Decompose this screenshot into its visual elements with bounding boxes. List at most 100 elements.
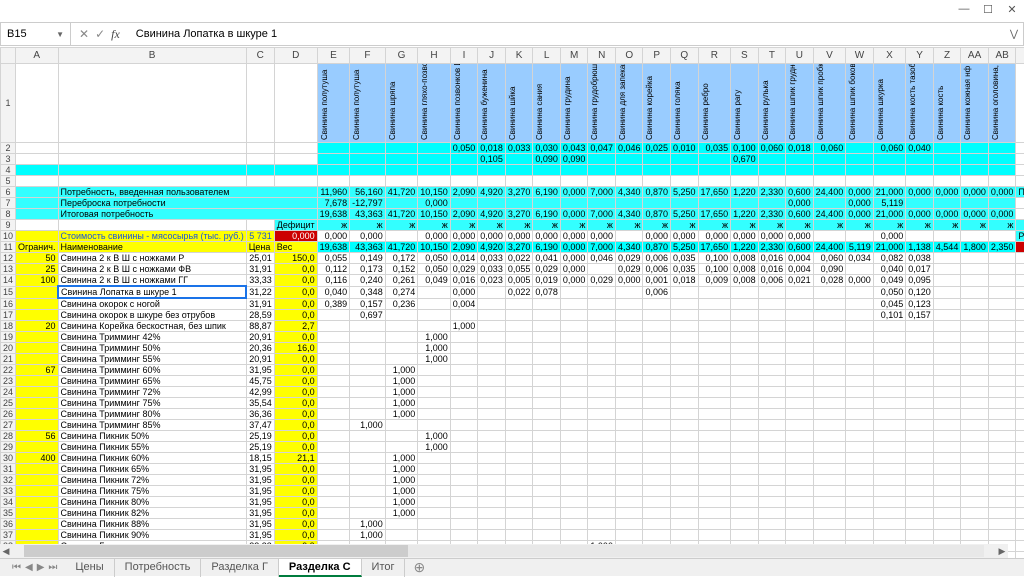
cell[interactable]: 0,000	[988, 209, 1016, 220]
cell[interactable]	[961, 453, 989, 464]
cell[interactable]	[450, 387, 478, 398]
cell[interactable]	[588, 497, 616, 508]
cell[interactable]	[961, 387, 989, 398]
cell[interactable]	[671, 310, 699, 321]
cell[interactable]	[560, 332, 588, 343]
cell[interactable]	[873, 354, 906, 365]
row-header[interactable]: 23	[1, 376, 16, 387]
cell[interactable]: 5,119	[873, 198, 906, 209]
cell[interactable]: 0,172	[385, 253, 418, 264]
cell[interactable]	[385, 154, 418, 165]
cell[interactable]	[643, 431, 671, 442]
cell[interactable]	[933, 464, 961, 475]
cell[interactable]: 0,041	[533, 253, 561, 264]
cell[interactable]: 21,000	[873, 187, 906, 198]
row-header[interactable]: 21	[1, 354, 16, 365]
cell[interactable]	[643, 198, 671, 209]
cell[interactable]	[813, 343, 846, 354]
cell[interactable]	[671, 376, 699, 387]
cell[interactable]: 2,330	[758, 242, 786, 253]
cell[interactable]: 0,005	[505, 275, 533, 287]
cell[interactable]	[505, 508, 533, 519]
cell[interactable]	[906, 475, 934, 486]
ac-cell[interactable]: 0,993	[1016, 275, 1024, 287]
cell[interactable]: 1,000	[418, 442, 451, 453]
cell[interactable]: 0,000	[350, 231, 386, 242]
cell[interactable]: ж	[317, 220, 350, 231]
cell[interactable]	[317, 442, 350, 453]
cell[interactable]: 4,544	[933, 242, 961, 253]
cell[interactable]: 4,340	[615, 187, 643, 198]
cell[interactable]: 0,029	[615, 253, 643, 264]
cell[interactable]	[906, 343, 934, 354]
cell[interactable]	[560, 376, 588, 387]
cell[interactable]	[873, 343, 906, 354]
item-name[interactable]: Свинина Пикник 72%	[58, 475, 246, 486]
cell[interactable]	[643, 298, 671, 310]
cell[interactable]: 0,000	[478, 231, 506, 242]
cell[interactable]	[698, 431, 731, 442]
item-name[interactable]: Свинина Тримминг 50%	[58, 343, 246, 354]
cell[interactable]	[731, 530, 759, 541]
cell[interactable]: 17,650	[698, 187, 731, 198]
cell[interactable]	[906, 420, 934, 431]
weight-cell[interactable]: 0,0	[274, 332, 317, 343]
cell[interactable]	[758, 486, 786, 497]
row-header[interactable]: 37	[1, 530, 16, 541]
weight-cell[interactable]: 16,0	[274, 343, 317, 354]
cell[interactable]: 0,000	[873, 231, 906, 242]
cell[interactable]: 0,001	[643, 275, 671, 287]
cell[interactable]	[478, 508, 506, 519]
cell[interactable]	[643, 409, 671, 420]
cell[interactable]	[560, 420, 588, 431]
cell[interactable]	[671, 365, 699, 376]
price-cell[interactable]: 31,22	[246, 286, 274, 298]
cell[interactable]	[615, 442, 643, 453]
cell[interactable]	[731, 321, 759, 332]
cell[interactable]: ж	[961, 220, 989, 231]
col-header[interactable]: Y	[906, 48, 934, 64]
cell[interactable]	[846, 376, 874, 387]
cell[interactable]	[671, 519, 699, 530]
cell[interactable]: 17,650	[698, 242, 731, 253]
cell[interactable]	[758, 530, 786, 541]
cell[interactable]	[643, 376, 671, 387]
weight-cell[interactable]: 0,0	[274, 530, 317, 541]
cell[interactable]: 1,000	[350, 519, 386, 530]
limit-cell[interactable]	[16, 398, 58, 409]
cell[interactable]	[560, 310, 588, 321]
limit-cell[interactable]: 100	[16, 275, 58, 287]
cell[interactable]	[643, 354, 671, 365]
cell[interactable]: 1,000	[385, 365, 418, 376]
weight-cell[interactable]: 0,0	[274, 519, 317, 530]
limit-cell[interactable]	[16, 442, 58, 453]
cell[interactable]	[615, 519, 643, 530]
cell[interactable]	[615, 508, 643, 519]
cell[interactable]	[846, 143, 874, 154]
cell[interactable]	[478, 298, 506, 310]
cell[interactable]	[988, 508, 1016, 519]
cell[interactable]: 0,157	[906, 310, 934, 321]
cell[interactable]: 0,006	[643, 264, 671, 275]
cell[interactable]	[505, 387, 533, 398]
cell[interactable]	[643, 387, 671, 398]
cell[interactable]	[317, 464, 350, 475]
cell[interactable]	[350, 464, 386, 475]
cell[interactable]	[961, 332, 989, 343]
cell[interactable]	[533, 519, 561, 530]
cell[interactable]: 7,000	[588, 187, 616, 198]
col-header[interactable]: R	[698, 48, 731, 64]
weight-cell[interactable]: 0,0	[274, 376, 317, 387]
cell[interactable]: 2,330	[758, 209, 786, 220]
cell[interactable]	[813, 321, 846, 332]
cell[interactable]: 0,000	[846, 187, 874, 198]
cell[interactable]	[478, 310, 506, 321]
cell[interactable]	[615, 376, 643, 387]
cell[interactable]	[533, 453, 561, 464]
cell[interactable]	[317, 431, 350, 442]
cell[interactable]	[813, 442, 846, 453]
cell[interactable]	[560, 387, 588, 398]
cell[interactable]	[418, 321, 451, 332]
cell[interactable]: 3,270	[505, 187, 533, 198]
cell[interactable]	[317, 321, 350, 332]
